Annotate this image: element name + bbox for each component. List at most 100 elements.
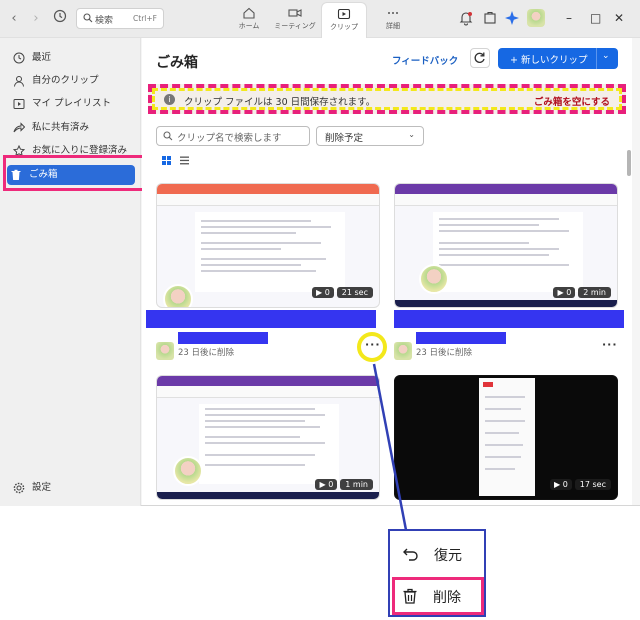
chevron-down-icon[interactable]: ⌄	[602, 51, 610, 61]
grid-view-icon[interactable]	[162, 156, 171, 165]
redacted-clip-title	[146, 310, 376, 328]
more-button-highlight	[357, 332, 387, 362]
thumb-toolbar	[157, 386, 379, 398]
back-icon[interactable]: ‹	[4, 9, 24, 29]
info-icon: i	[164, 94, 175, 105]
forward-icon[interactable]: ›	[26, 9, 46, 29]
refresh-button[interactable]	[470, 48, 490, 68]
tab-meeting-label: ミーティング	[274, 22, 316, 30]
feedback-link[interactable]: フィードバック	[392, 53, 458, 67]
deleted-note: 23 日後に削除	[178, 348, 235, 358]
clip-more-button[interactable]: ···	[602, 338, 618, 351]
sidebar: 最近 自分のクリップ マイ プレイリスト 私に共有済み お気に入りに登録済み ご…	[0, 38, 141, 506]
thumb-document	[433, 212, 583, 292]
sidebar-item-label: 自分のクリップ	[32, 75, 99, 86]
list-view-icon[interactable]	[180, 156, 189, 165]
sidebar-item-label: マイ プレイリスト	[32, 98, 112, 109]
retention-banner: i クリップ ファイルは 30 日間保存されます。 ごみ箱を空にする	[148, 84, 626, 114]
clock-icon	[13, 52, 25, 64]
redacted-owner	[416, 332, 506, 344]
search-input[interactable]: 検索 Ctrl+F	[76, 8, 164, 29]
menu-item-delete[interactable]: 削除	[392, 577, 484, 615]
clip-thumbnail[interactable]: ▶ 01 min	[156, 375, 380, 500]
views-count: ▶ 0	[553, 287, 576, 298]
menu-item-label: 削除	[433, 590, 461, 606]
tab-home[interactable]: ホーム	[226, 2, 272, 38]
video-icon	[288, 9, 302, 17]
copilot-icon[interactable]	[504, 10, 520, 26]
menu-item-restore[interactable]: 復元	[394, 537, 482, 573]
tab-details[interactable]: 詳細	[370, 2, 416, 38]
chevron-down-icon: ⌄	[408, 130, 415, 139]
search-icon	[163, 131, 173, 141]
user-avatar[interactable]	[527, 9, 545, 27]
sort-label: 削除予定	[325, 133, 364, 144]
playlist-icon	[13, 99, 25, 109]
tab-clips[interactable]: クリップ	[321, 2, 367, 39]
tab-home-label: ホーム	[238, 22, 260, 30]
clip-thumbnail[interactable]: ▶ 0 17 sec	[394, 375, 618, 500]
new-clip-divider	[596, 48, 597, 69]
person-icon	[14, 76, 24, 87]
presenter-avatar	[163, 284, 193, 307]
more-icon	[388, 12, 398, 14]
thumb-document	[199, 404, 339, 484]
thumb-tabbar	[157, 376, 379, 386]
bell-icon[interactable]	[458, 10, 474, 26]
sidebar-item-my-clips[interactable]: 自分のクリップ	[10, 71, 136, 91]
duration-label: 17 sec	[574, 479, 611, 490]
sidebar-item-shared[interactable]: 私に共有済み	[10, 118, 136, 138]
maximize-icon[interactable]: □	[590, 10, 601, 26]
clipchamp-app: ‹ › 検索 Ctrl+F ホーム ミーティング クリップ 詳細 – □ ✕ 最…	[0, 0, 640, 506]
clip-search-input[interactable]: クリップ名で検索します	[156, 126, 310, 146]
redacted-clip-title	[394, 310, 624, 328]
thumb-tabbar	[157, 184, 379, 194]
thumb-phone-screen	[479, 378, 535, 496]
clip-duration-badge: ▶ 01 min	[315, 479, 373, 493]
refresh-icon	[474, 52, 485, 63]
redacted-owner	[178, 332, 268, 344]
store-icon[interactable]	[482, 10, 498, 26]
presenter-avatar	[419, 264, 449, 294]
thumb-toolbar	[395, 194, 617, 206]
tab-clips-label: クリップ	[330, 23, 358, 31]
tab-details-label: 詳細	[386, 22, 400, 30]
share-icon	[13, 122, 25, 133]
banner-message: クリップ ファイルは 30 日間保存されます。	[184, 97, 376, 108]
search-icon	[83, 13, 93, 23]
empty-trash-link[interactable]: ごみ箱を空にする	[534, 94, 610, 108]
sidebar-item-settings[interactable]: 設定	[10, 478, 136, 498]
title-bar: ‹ › 検索 Ctrl+F ホーム ミーティング クリップ 詳細 – □ ✕	[0, 0, 640, 39]
owner-avatar	[394, 342, 412, 360]
duration-label: 1 min	[340, 479, 373, 490]
search-shortcut: Ctrl+F	[133, 14, 157, 23]
minimize-icon[interactable]: –	[566, 10, 572, 26]
duration-label: 21 sec	[336, 287, 373, 298]
duration-label: 2 min	[578, 287, 611, 298]
presenter-avatar	[173, 456, 203, 486]
views-count: ▶ 0	[311, 287, 334, 298]
close-icon[interactable]: ✕	[614, 10, 624, 26]
menu-item-label: 復元	[434, 548, 462, 564]
new-clip-button[interactable]: + 新しいクリップ ⌄	[498, 48, 618, 69]
search-label: 検索	[95, 16, 114, 26]
tab-meeting[interactable]: ミーティング	[272, 2, 318, 38]
history-icon[interactable]	[50, 9, 70, 29]
sidebar-item-label: 私に共有済み	[32, 122, 90, 133]
sidebar-item-playlist[interactable]: マイ プレイリスト	[10, 94, 136, 114]
views-count: ▶ 0	[549, 479, 572, 490]
thumb-taskbar	[395, 300, 617, 307]
clip-thumbnail[interactable]: ▶ 02 min	[394, 183, 618, 308]
sort-dropdown[interactable]: 削除予定 ⌄	[316, 126, 424, 146]
callout-line	[372, 363, 408, 531]
sidebar-item-recent[interactable]: 最近	[10, 48, 136, 68]
clip-thumbnail[interactable]: ▶ 0 21 sec	[156, 183, 380, 308]
page-title: ごみ箱	[156, 55, 198, 71]
thumb-tabbar	[395, 184, 617, 194]
clip-icon	[337, 8, 351, 20]
home-icon	[243, 7, 255, 19]
settings-label: 設定	[32, 482, 52, 493]
views-count: ▶ 0	[315, 479, 338, 490]
scrollbar-thumb[interactable]	[627, 150, 631, 176]
context-menu: 復元 削除	[388, 529, 486, 617]
